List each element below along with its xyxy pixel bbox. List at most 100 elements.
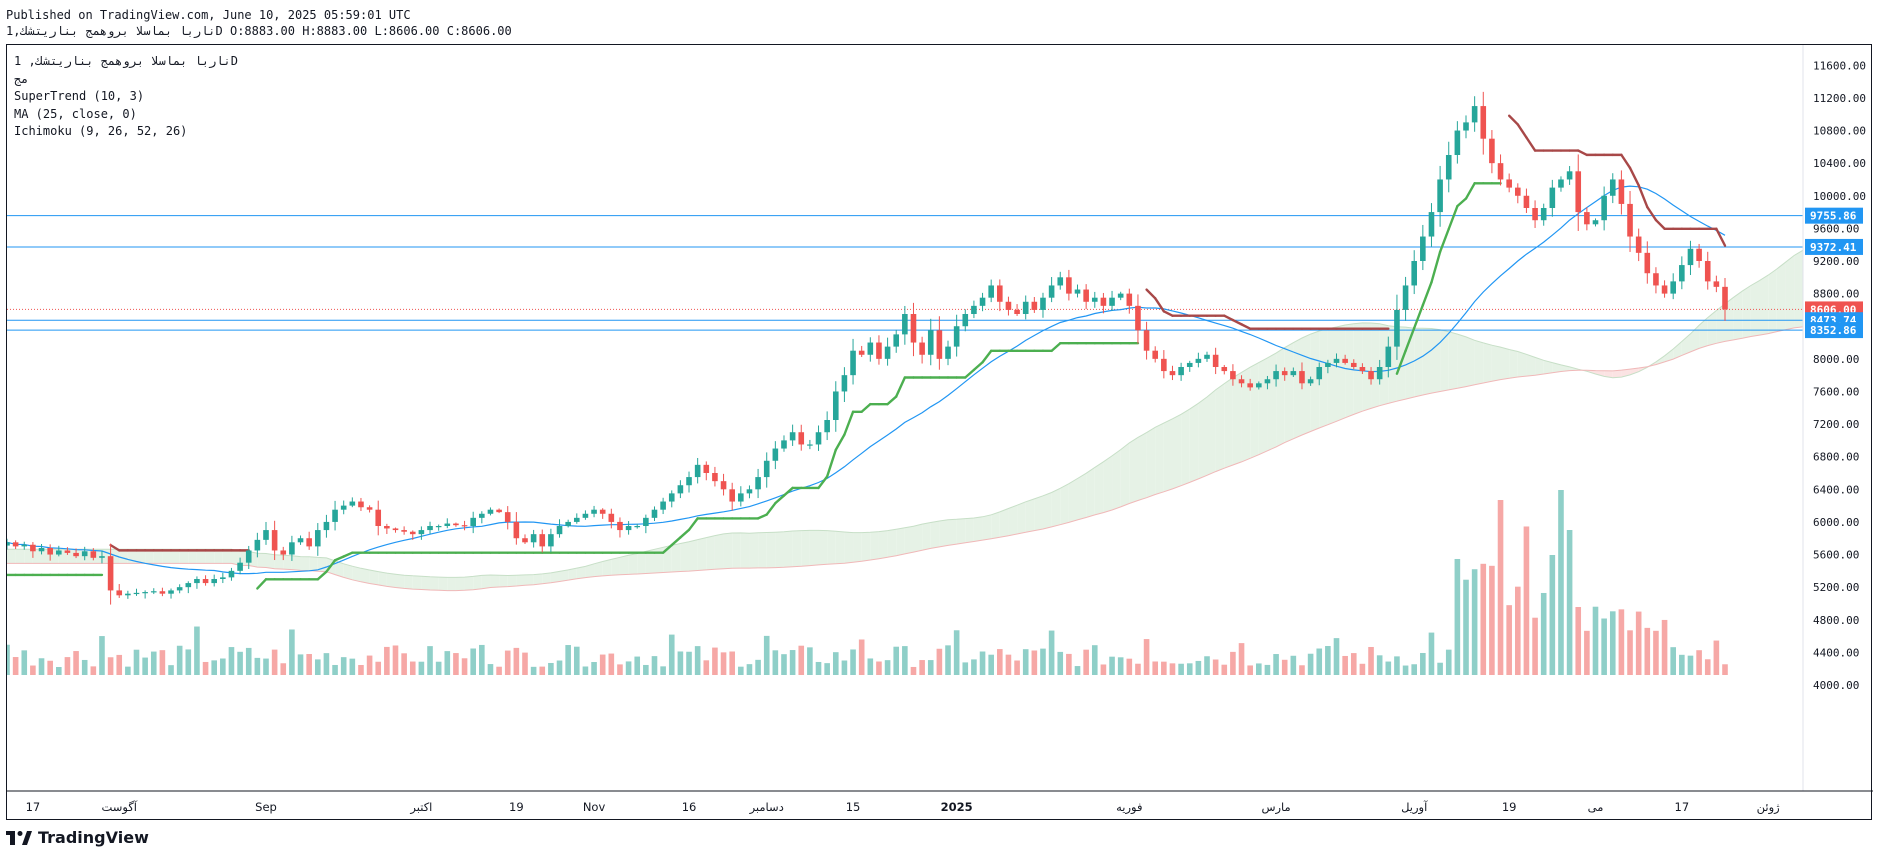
ichimoku-cloud-segment [1129, 437, 1138, 504]
ichimoku-cloud-segment [1517, 351, 1527, 377]
volume-bar [461, 658, 468, 675]
candle-body [1670, 281, 1677, 294]
ichimoku-cloud-segment [1034, 495, 1043, 531]
candle-body [738, 493, 744, 502]
volume-bar [1256, 663, 1262, 675]
volume-bar [599, 654, 606, 675]
legend-ma[interactable]: MA (25, close, 0) [14, 106, 238, 124]
volume-bar [530, 666, 537, 675]
ichimoku-cloud-segment [930, 521, 940, 549]
volume-bar [798, 645, 805, 675]
candle-body [824, 420, 830, 433]
volume-bar [703, 660, 710, 675]
volume-bar [1290, 655, 1297, 675]
volume-bar [1480, 563, 1487, 675]
ichimoku-cloud-segment [386, 573, 396, 588]
ichimoku-cloud-segment [533, 573, 543, 585]
volume-bar [513, 647, 520, 675]
volume-bar [384, 646, 390, 675]
volume-bar [1066, 653, 1072, 675]
candle-body [522, 538, 528, 543]
chart-pane[interactable]: 11600.00 11200.00 10800.00 10400.00 10000.00… [6, 44, 1873, 821]
ichimoku-cloud-segment [1457, 334, 1467, 389]
volume-bar [168, 665, 174, 675]
volume-bar [1601, 618, 1607, 675]
supertrend-up-segment [825, 448, 837, 478]
tradingview-logo-icon [6, 830, 32, 845]
candle-body [1687, 248, 1694, 266]
ichimoku-cloud-segment [1422, 328, 1432, 396]
ichimoku-cloud-segment [447, 577, 456, 591]
supertrend-down-segment [1628, 166, 1640, 187]
volume-bar [1264, 664, 1271, 675]
candle-body [686, 477, 692, 486]
candle-body [1532, 208, 1538, 221]
volume-bar [194, 626, 200, 675]
ichimoku-cloud-segment [412, 575, 422, 590]
candle-body [55, 550, 62, 555]
candle-body [634, 526, 641, 528]
volume-bar [651, 656, 658, 675]
candle-body [332, 509, 338, 522]
volume-bar [323, 653, 330, 675]
volume-bar [755, 659, 761, 675]
candle-body [314, 530, 321, 547]
volume-bar [1506, 605, 1512, 675]
candle-body [1307, 379, 1314, 384]
volume-bar [1100, 664, 1107, 675]
candle-body [841, 375, 848, 392]
time-axis-tick: Sep [255, 800, 277, 814]
volume-bar [375, 661, 382, 675]
candle-body [1169, 371, 1176, 376]
candle-body [427, 526, 433, 531]
ichimoku-cloud-segment [637, 551, 646, 574]
candle-body [884, 346, 891, 359]
ichimoku-cloud-segment [1336, 324, 1346, 422]
ichimoku-cloud-segment [671, 543, 681, 573]
candle-body [1048, 285, 1055, 298]
candle-body [1402, 285, 1409, 310]
candle-body [902, 314, 908, 335]
candle-body [99, 556, 105, 558]
candle-body [720, 481, 727, 490]
volume-bar [1722, 664, 1728, 675]
volume-bar [1169, 663, 1176, 675]
supertrend-down-segment [1646, 205, 1658, 222]
candle-body [1549, 187, 1556, 208]
legend-symbol[interactable]: ناربا بماسلا بروهمج بناريتشك, 1D [14, 53, 238, 71]
ichimoku-cloud-segment [309, 556, 318, 572]
legend-ichimoku[interactable]: Ichimoku (9, 26, 52, 26) [14, 123, 238, 141]
ichimoku-cloud-segment [749, 532, 759, 569]
volume-bar [927, 660, 934, 675]
supertrend-up-segment [895, 376, 907, 398]
supertrend-up-segment [256, 578, 268, 590]
ichimoku-cloud-segment [1181, 409, 1190, 486]
volume-bar [12, 657, 19, 675]
legend-supertrend[interactable]: SuperTrend (10, 3) [14, 88, 238, 106]
ichimoku-cloud-segment [438, 577, 448, 591]
tradingview-logo[interactable]: TradingView [6, 828, 149, 847]
volume-bar [660, 666, 666, 675]
volume-bar [1273, 654, 1279, 675]
ichimoku-cloud-segment [507, 575, 517, 587]
price-tag-label: 9372.41 [1810, 241, 1857, 254]
volume-bar [617, 664, 623, 675]
candle-body [289, 542, 295, 555]
volume-bar [211, 660, 217, 675]
ichimoku-cloud-segment [1224, 377, 1233, 469]
supertrend-up-segment [860, 402, 872, 413]
time-axis-tick: 19 [1502, 800, 1517, 814]
candle-body [599, 509, 606, 514]
candle-body [1376, 367, 1383, 380]
ichimoku-cloud-segment [999, 508, 1009, 538]
candle-body [1627, 203, 1633, 237]
volume-bar [142, 657, 148, 675]
chart-canvas[interactable]: 11600.00 11200.00 10800.00 10400.00 10000.00… [7, 45, 1873, 821]
volume-bar [1143, 639, 1150, 675]
supertrend-down-segment [1145, 288, 1157, 300]
candle-body [375, 509, 382, 526]
candle-body [694, 464, 701, 478]
candle-body [763, 460, 770, 478]
time-axis-tick: فوریه [1116, 800, 1142, 815]
candle-body [927, 330, 934, 355]
